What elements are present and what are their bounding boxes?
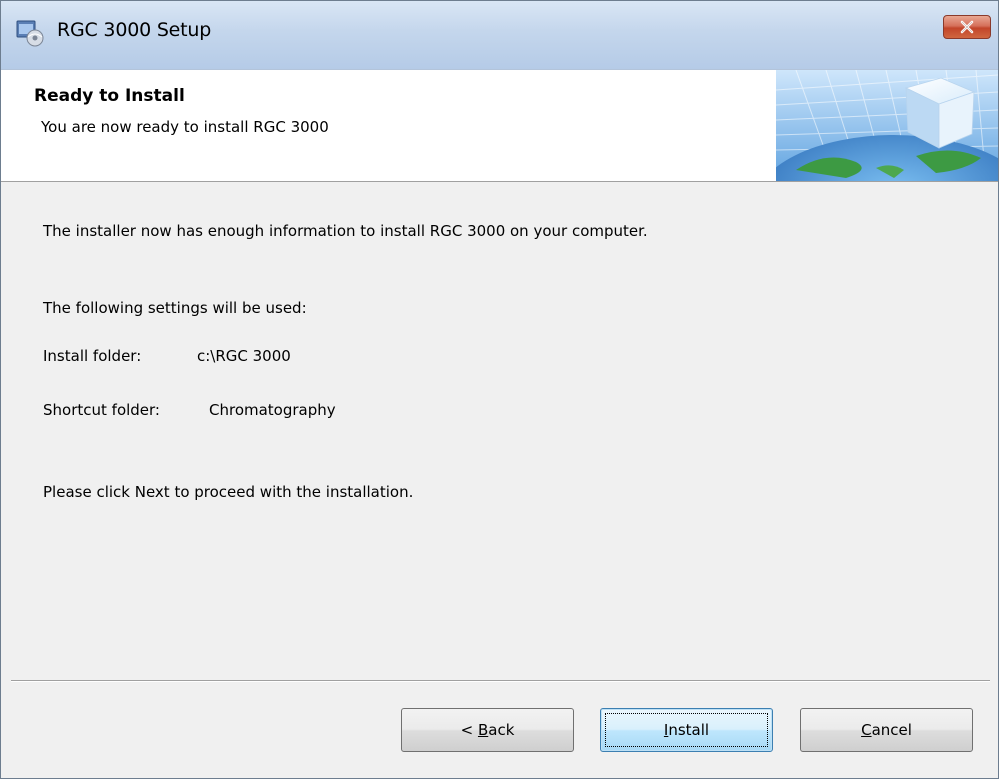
install-button[interactable]: Install bbox=[600, 708, 773, 752]
shortcut-folder-value: Chromatography bbox=[209, 401, 336, 419]
back-button-label: ack bbox=[488, 721, 515, 739]
cancel-button-mnemonic: C bbox=[861, 721, 872, 739]
footer-divider bbox=[11, 680, 990, 682]
page-subtitle: You are now ready to install RGC 3000 bbox=[41, 118, 329, 136]
main-content: The installer now has enough information… bbox=[1, 182, 998, 682]
settings-heading: The following settings will be used: bbox=[43, 299, 307, 317]
title-bar[interactable]: RGC 3000 Setup bbox=[1, 1, 998, 70]
cancel-button[interactable]: Cancel bbox=[800, 708, 973, 752]
close-icon bbox=[960, 20, 974, 34]
shortcut-folder-label: Shortcut folder: bbox=[43, 401, 160, 419]
window-title: RGC 3000 Setup bbox=[57, 19, 212, 41]
install-folder-label: Install folder: bbox=[43, 347, 142, 365]
intro-text: The installer now has enough information… bbox=[43, 222, 648, 240]
back-button-prefix: < bbox=[460, 721, 478, 739]
installer-icon bbox=[16, 20, 44, 47]
cancel-button-label: ancel bbox=[871, 721, 912, 739]
back-button-mnemonic: B bbox=[477, 721, 489, 739]
header-banner: Ready to Install You are now ready to in… bbox=[1, 70, 998, 182]
install-button-label: nstall bbox=[668, 721, 710, 739]
setup-window: RGC 3000 Setup Ready to Install You are … bbox=[0, 0, 999, 779]
install-folder-value: c:\RGC 3000 bbox=[197, 347, 291, 365]
back-button[interactable]: < Back bbox=[401, 708, 574, 752]
page-title: Ready to Install bbox=[34, 86, 185, 106]
globe-cube-graphic bbox=[776, 70, 998, 181]
instruction-text: Please click Next to proceed with the in… bbox=[43, 483, 414, 501]
close-button[interactable] bbox=[943, 15, 991, 39]
